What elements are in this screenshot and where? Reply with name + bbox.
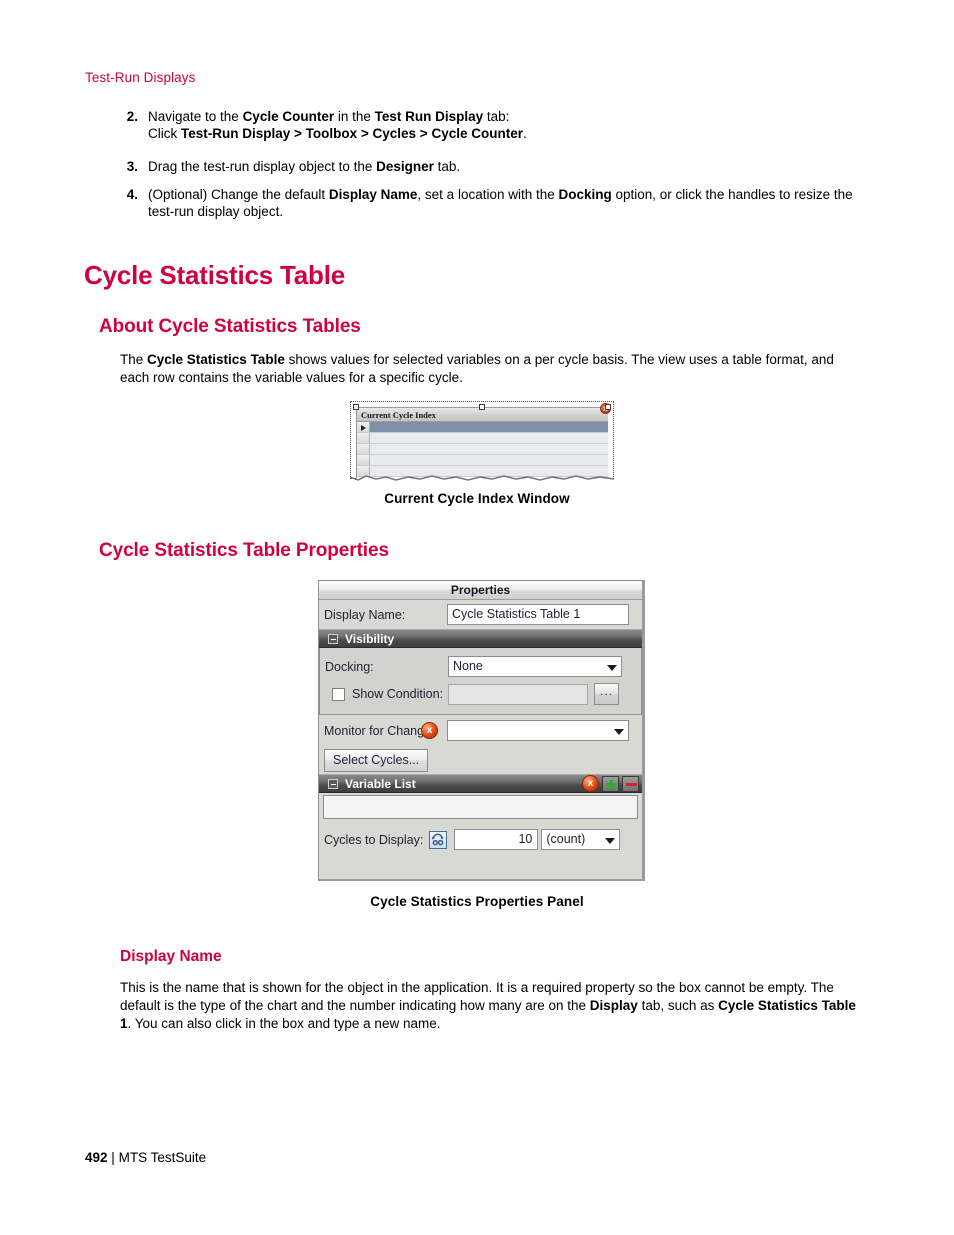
add-variable-button[interactable] bbox=[602, 775, 619, 792]
step-text: Drag the test-run display object to the … bbox=[148, 159, 461, 174]
show-condition-row: Show Condition: ... bbox=[320, 680, 641, 708]
data-grid[interactable] bbox=[357, 422, 608, 477]
table-cell[interactable] bbox=[370, 455, 608, 465]
table-row[interactable] bbox=[357, 444, 608, 455]
chevron-down-icon[interactable] bbox=[607, 664, 617, 671]
row-selector-arrow-icon[interactable] bbox=[357, 422, 370, 432]
list-item: 4. (Optional) Change the default Display… bbox=[118, 186, 858, 220]
resize-handle-top-left[interactable] bbox=[353, 404, 359, 410]
docking-value: None bbox=[453, 659, 483, 673]
table-cell[interactable] bbox=[370, 433, 608, 443]
about-paragraph: The Cycle Statistics Table shows values … bbox=[120, 352, 834, 385]
current-cycle-index-figure: Current Cycle Index x bbox=[350, 401, 614, 481]
cycles-to-display-row: Cycles to Display: 10 (count) bbox=[319, 824, 642, 855]
show-condition-input[interactable] bbox=[448, 683, 588, 705]
torn-edge-decoration bbox=[350, 475, 614, 481]
visibility-group-label: Visibility bbox=[345, 631, 395, 646]
section-heading-properties: Cycle Statistics Table Properties bbox=[99, 540, 389, 561]
running-header: Test-Run Displays bbox=[85, 70, 196, 85]
row-header[interactable] bbox=[357, 444, 370, 454]
chevron-down-icon[interactable] bbox=[605, 837, 616, 844]
step-number: 4. bbox=[126, 187, 138, 202]
remove-variable-button[interactable] bbox=[622, 775, 639, 792]
select-cycles-button[interactable]: Select Cycles... bbox=[324, 748, 429, 772]
variable-list-group-header[interactable]: Variable List x bbox=[319, 774, 642, 793]
monitor-for-change-row: Monitor for Change: x bbox=[319, 715, 642, 746]
variable-list-error-icon[interactable]: x bbox=[582, 775, 599, 792]
footer-title: MTS TestSuite bbox=[118, 1150, 207, 1165]
resize-handle-top-center[interactable] bbox=[479, 404, 485, 410]
cycles-to-display-input[interactable]: 10 bbox=[454, 829, 539, 850]
step-text: (Optional) Change the default Display Na… bbox=[148, 187, 853, 219]
collapse-expander-icon[interactable] bbox=[328, 633, 338, 644]
error-icon[interactable]: x bbox=[421, 722, 438, 739]
step-substep-text: Click Test-Run Display > Toolbox > Cycle… bbox=[148, 126, 527, 141]
display-name-input[interactable]: Cycle Statistics Table 1 bbox=[447, 604, 629, 625]
display-name-paragraph: This is the name that is shown for the o… bbox=[120, 980, 856, 1031]
figure-caption-properties-panel: Cycle Statistics Properties Panel bbox=[370, 894, 584, 909]
figure-caption-current-cycle-index: Current Cycle Index Window bbox=[384, 491, 570, 506]
select-cycles-row: Select Cycles... bbox=[319, 746, 642, 774]
subsection-heading-display-name: Display Name bbox=[120, 948, 222, 965]
table-row[interactable] bbox=[357, 422, 608, 433]
page-title: Cycle Statistics Table bbox=[84, 260, 346, 290]
window-title: Current Cycle Index bbox=[357, 408, 608, 422]
chevron-down-icon[interactable] bbox=[614, 728, 624, 735]
row-header[interactable] bbox=[357, 455, 370, 465]
procedure-steps: 2. Navigate to the Cycle Counter in the … bbox=[118, 108, 858, 231]
list-item: 3. Drag the test-run display object to t… bbox=[118, 158, 858, 175]
table-cell[interactable] bbox=[370, 422, 608, 432]
step-number: 2. bbox=[126, 109, 138, 124]
table-row[interactable] bbox=[357, 433, 608, 444]
table-cell[interactable] bbox=[370, 444, 608, 454]
monitor-for-change-combobox[interactable] bbox=[447, 720, 629, 741]
footer-separator: | bbox=[111, 1150, 115, 1165]
step-text: Navigate to the Cycle Counter in the Tes… bbox=[148, 109, 510, 124]
step-number: 3. bbox=[126, 159, 138, 174]
collapse-expander-icon[interactable] bbox=[328, 778, 338, 789]
cycle-loop-icon[interactable] bbox=[429, 830, 448, 849]
page-footer: 492 | MTS TestSuite bbox=[85, 1150, 206, 1165]
cycles-to-display-units-combobox[interactable]: (count) bbox=[541, 829, 621, 850]
list-item: 2. Navigate to the Cycle Counter in the … bbox=[118, 108, 858, 142]
variable-list-box[interactable] bbox=[323, 795, 638, 819]
properties-panel[interactable]: Properties Display Name: Cycle Statistic… bbox=[318, 580, 645, 881]
resize-handle-top-right[interactable] bbox=[605, 404, 611, 410]
show-condition-checkbox[interactable] bbox=[332, 687, 345, 701]
docking-label: Docking: bbox=[325, 659, 374, 674]
table-row[interactable] bbox=[357, 455, 608, 466]
visibility-group-body: Docking: None Show Condition: ... bbox=[319, 648, 642, 715]
variable-list-group-label: Variable List bbox=[345, 776, 416, 791]
display-name-row: Display Name: Cycle Statistics Table 1 bbox=[319, 600, 642, 629]
show-condition-label: Show Condition: bbox=[352, 687, 444, 701]
footer-page-number: 492 bbox=[85, 1150, 108, 1165]
section-heading-about: About Cycle Statistics Tables bbox=[99, 316, 361, 337]
cycles-to-display-units: (count) bbox=[546, 832, 586, 846]
properties-panel-title: Properties bbox=[319, 581, 642, 600]
show-condition-browse-button[interactable]: ... bbox=[594, 683, 619, 705]
display-name-label: Display Name: bbox=[324, 607, 406, 622]
docking-row: Docking: None bbox=[320, 653, 641, 680]
docking-combobox[interactable]: None bbox=[448, 656, 622, 677]
current-cycle-index-window[interactable]: Current Cycle Index bbox=[356, 407, 608, 479]
visibility-group-header[interactable]: Visibility bbox=[319, 629, 642, 648]
cycles-to-display-label: Cycles to Display: bbox=[324, 832, 424, 847]
row-header[interactable] bbox=[357, 433, 370, 443]
